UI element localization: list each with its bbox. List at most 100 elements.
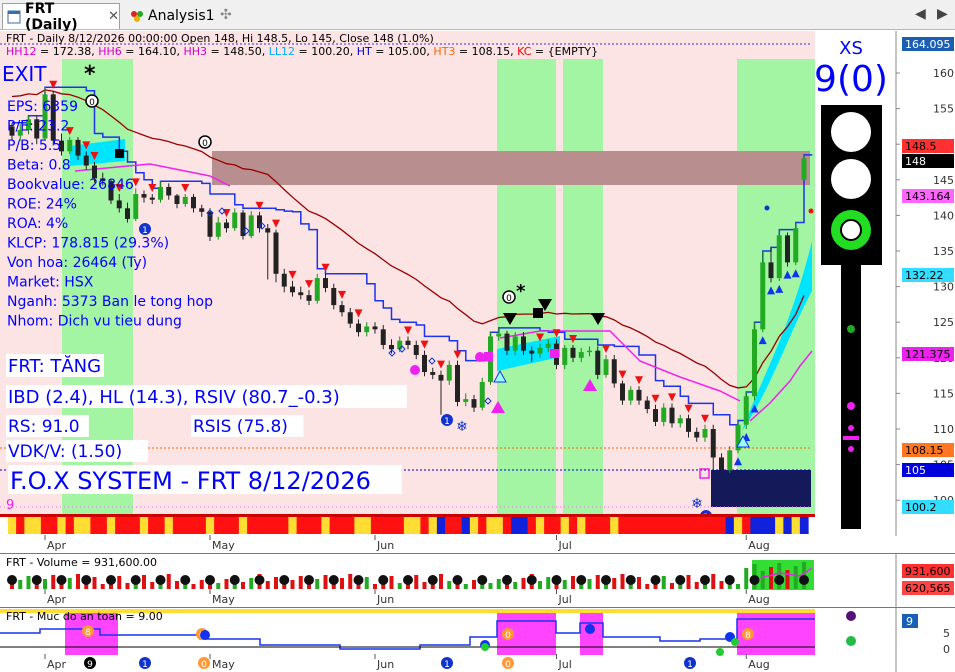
strip-cell-79 [659,517,669,534]
candle-body-63 [529,350,535,354]
candle-body-94 [785,235,790,263]
strip-cell-47 [395,517,405,534]
safety-marker-label-3: 8 [745,631,751,641]
analysis-icon [130,9,144,23]
tab-bar: FRT (Daily) ✕ Analysis1 ✣ ◀ ▶ [0,0,955,33]
strip-cell-95 [791,517,801,534]
candle-body-84 [702,429,708,438]
volume-dot-18 [155,575,166,585]
candle-body-60 [504,333,510,351]
tab-analysis1[interactable]: Analysis1 [128,3,218,29]
tick-label-1: 155 [933,103,954,116]
scroll-right-icon[interactable]: ▶ [937,6,948,22]
candle-body-93 [776,235,782,279]
volume-badge-1: 620,565 [905,582,951,595]
month-label-0-2: Jun [376,539,394,552]
volume-dot-60 [502,575,512,585]
strip-cell-13 [115,517,124,534]
volume-bar-5 [51,575,56,589]
candle-body-76 [636,389,642,401]
strip-cell-8 [73,517,83,534]
strip-cell-2 [24,517,34,534]
volume-bar-80 [670,583,674,589]
fundamental-10: Nganh: 5373 Ban le tong hop [7,294,213,310]
strip-cell-83 [692,517,702,534]
candle-body-7 [67,139,73,152]
candle-body-23 [199,208,205,212]
snowflake-icon-0: ❄ [456,419,468,435]
strip-cell-72 [601,517,611,534]
strip-cell-35 [296,517,306,534]
strip-cell-59 [494,517,504,534]
header-part-6: LL12 [269,45,295,58]
month-label-1-0: Apr [47,593,67,606]
black-square [533,308,543,318]
candle-body-75 [628,389,634,401]
pole-dot-magenta-2 [848,425,854,431]
volume-bar-91 [760,571,765,589]
candle-body-54 [455,364,460,402]
volume-dot-75 [625,575,636,585]
safety-pane[interactable]: 8008910101 FRT - Muc do an toan = 9.00 9… [0,607,955,672]
bullish-zone-1 [497,59,556,514]
volume-dot-90 [749,575,760,585]
volume-dot-87 [724,575,735,585]
price-badge-5: 121.375 [905,348,951,361]
candle-body-50 [422,354,427,373]
candle-body-52 [438,374,444,381]
month-label-1-2: Jun [376,593,394,606]
volume-bar-52 [439,574,443,589]
candle-body-74 [620,383,625,401]
strip-cell-38 [321,517,331,534]
volume-bar-7 [67,578,72,589]
close-icon[interactable]: ✕ [108,9,119,24]
strip-cell-56 [469,517,479,534]
candle-body-59 [496,333,502,337]
strip-cell-41 [346,517,355,534]
volume-dot-42 [353,575,364,585]
strip-cell-23 [197,517,207,534]
candle-body-49 [413,344,419,355]
strip-cell-48 [403,517,413,534]
strip-cell-1 [16,517,25,534]
header-part-12: KC [517,45,532,58]
candle-body-37 [314,278,320,301]
signal-strip [0,514,815,534]
strip-cell-43 [362,517,372,534]
month-label-2-3: Jul [558,658,572,671]
volume-dot-72 [601,575,611,585]
strip-cell-22 [189,517,199,534]
volume-bar-85 [711,574,716,589]
month-label-2-4: Aug [748,658,769,671]
event-one-label-0: 1 [142,226,148,236]
tick-label-5: 135 [933,245,954,258]
fundamental-11: Nhom: Dich vu tieu dung [7,314,182,330]
volume-bar-86 [719,581,724,589]
volume-bar-38 [323,575,328,589]
scroll-left-icon[interactable]: ◀ [915,6,926,22]
support-zone [711,470,811,507]
volume-dot-21 [180,575,191,585]
header-part-0: HH12 [6,45,37,58]
candle-body-19 [166,186,172,196]
strip-cell-6 [57,517,67,534]
strip-cell-12 [106,517,116,534]
volume-pane[interactable]: FRT - Volume = 931,600.00 931,600 620,565… [0,553,955,607]
candle-body-15 [133,194,139,219]
candle-body-27 [232,212,238,229]
price-pane[interactable]: * 1 110 0 0 ❄ ❄ FRT - Daily 8/12/2026 00:00:00… [0,31,955,553]
snowflake-icon-1: ❄ [691,496,703,512]
volume-dot-63 [526,575,537,585]
tab-frt-daily[interactable]: FRT (Daily) ✕ [2,1,120,33]
new-tab-icon[interactable]: ✣ [220,7,232,23]
volume-dot-33 [279,575,290,585]
strip-cell-94 [783,517,793,534]
volume-bar-34 [290,580,295,589]
candle-body-17 [149,197,155,200]
strip-cell-20 [172,517,182,534]
price-badge-2: 148 [905,155,926,168]
strip-cell-10 [90,517,100,534]
volume-bar-59 [496,579,501,589]
candle-body-25 [215,222,221,237]
candle-body-89 [743,396,749,425]
